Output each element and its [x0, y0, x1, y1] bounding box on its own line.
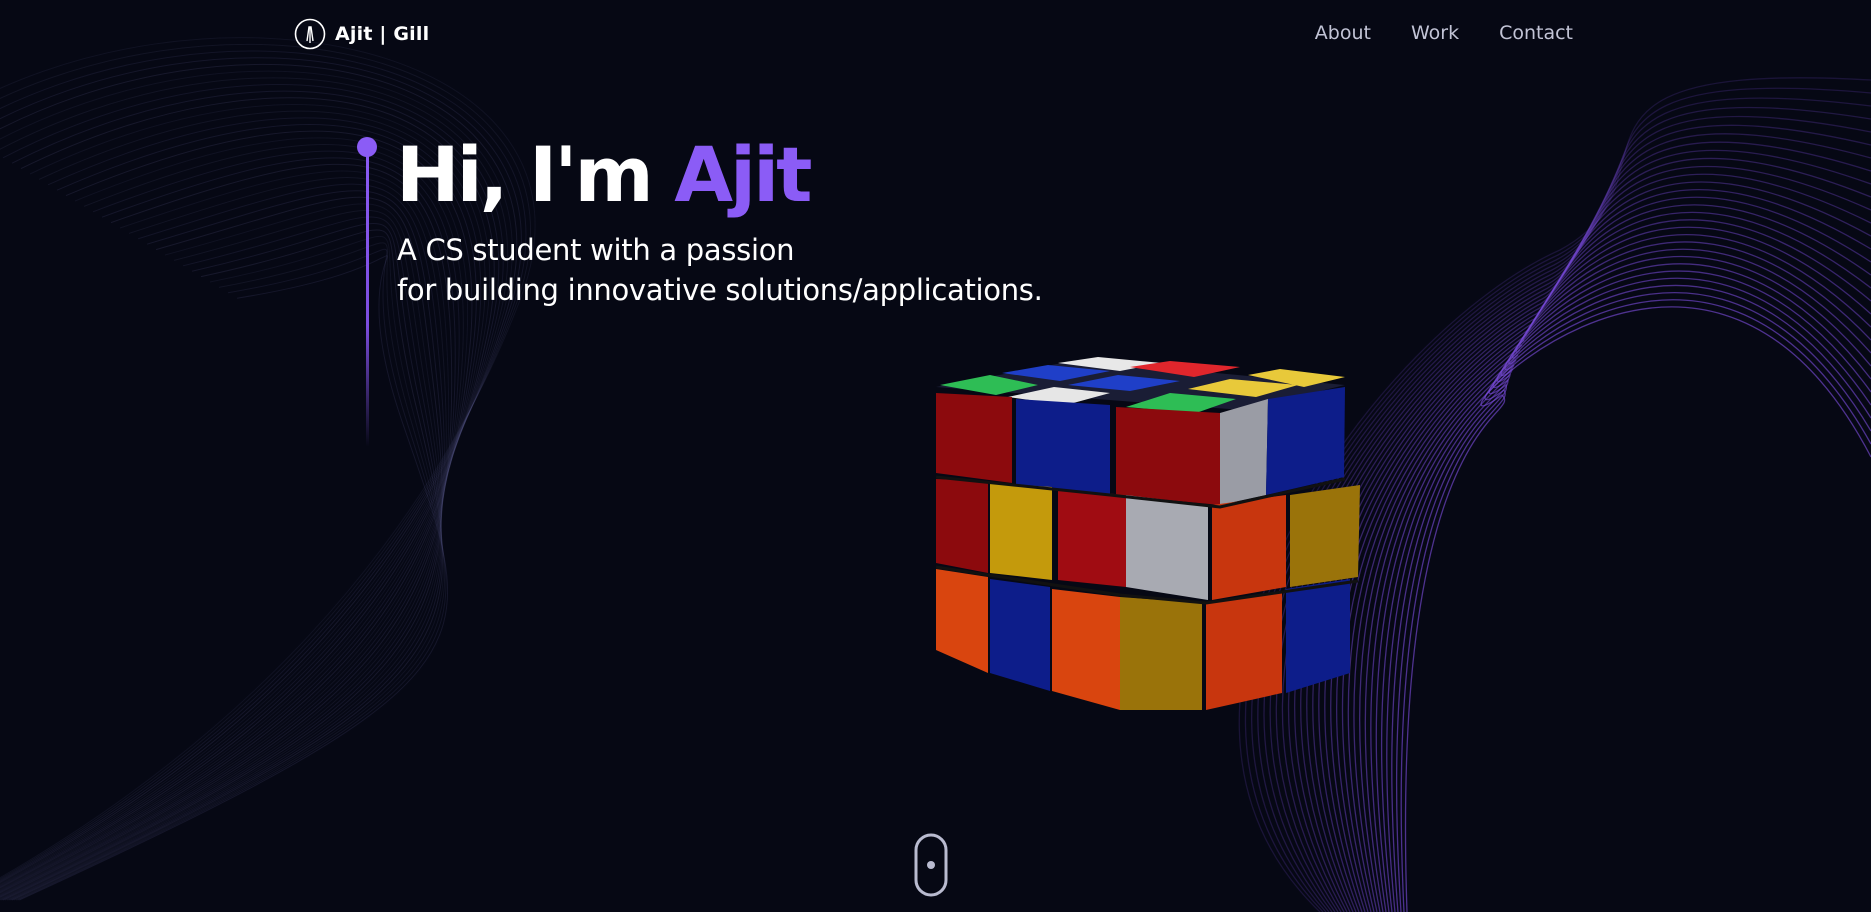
background-wave-line	[1287, 149, 1871, 912]
mouse-scroll-icon[interactable]	[914, 833, 948, 897]
background-wave-line	[1381, 270, 1871, 912]
hero-name: Ajit	[674, 130, 812, 219]
background-wave-line	[1359, 241, 1871, 912]
monogram-icon	[294, 18, 326, 50]
hero-accent-dot	[357, 137, 377, 157]
background-wave-line	[1386, 277, 1871, 912]
hero-accent-line	[366, 142, 369, 447]
hero-title: Hi, I'm Ajit	[396, 127, 812, 223]
background-wave-line	[13, 235, 444, 901]
background-wave-line	[1306, 173, 1871, 912]
hero-greeting: Hi, I'm	[396, 130, 654, 219]
background-wave-line	[1364, 248, 1871, 912]
hero-subtitle: A CS student with a passion for building…	[397, 230, 1043, 310]
logo-text: Ajit | Gill	[335, 23, 430, 45]
background-wave-line	[0, 177, 447, 900]
background-wave-line	[8, 216, 442, 901]
background-wave-line	[1324, 196, 1871, 912]
background-wave-line	[1294, 157, 1871, 912]
nav-work[interactable]: Work	[1411, 22, 1459, 44]
background-wave-line	[1281, 141, 1871, 912]
hero-subtitle-line-1: A CS student with a passion	[397, 233, 795, 267]
background-wave-line	[1404, 306, 1871, 912]
page: Ajit | Gill About Work Contact Hi, I'm A…	[0, 0, 1871, 912]
background-wave-line	[1353, 234, 1871, 912]
rubiks-cube-image	[935, 357, 1360, 710]
background-wave-line	[15, 242, 446, 901]
background-wave-line	[1375, 263, 1871, 912]
logo[interactable]: Ajit | Gill	[294, 18, 429, 50]
background-wave-line	[1330, 204, 1871, 912]
background-wave-line	[1400, 299, 1871, 912]
site-header: Ajit | Gill About Work Contact	[0, 0, 1871, 72]
background-wave-line	[0, 143, 464, 896]
main-nav: About Work Contact	[1315, 22, 1573, 44]
nav-about[interactable]: About	[1315, 22, 1371, 44]
nav-contact[interactable]: Contact	[1499, 22, 1573, 44]
hero-subtitle-line-2: for building innovative solutions/applic…	[397, 273, 1043, 307]
